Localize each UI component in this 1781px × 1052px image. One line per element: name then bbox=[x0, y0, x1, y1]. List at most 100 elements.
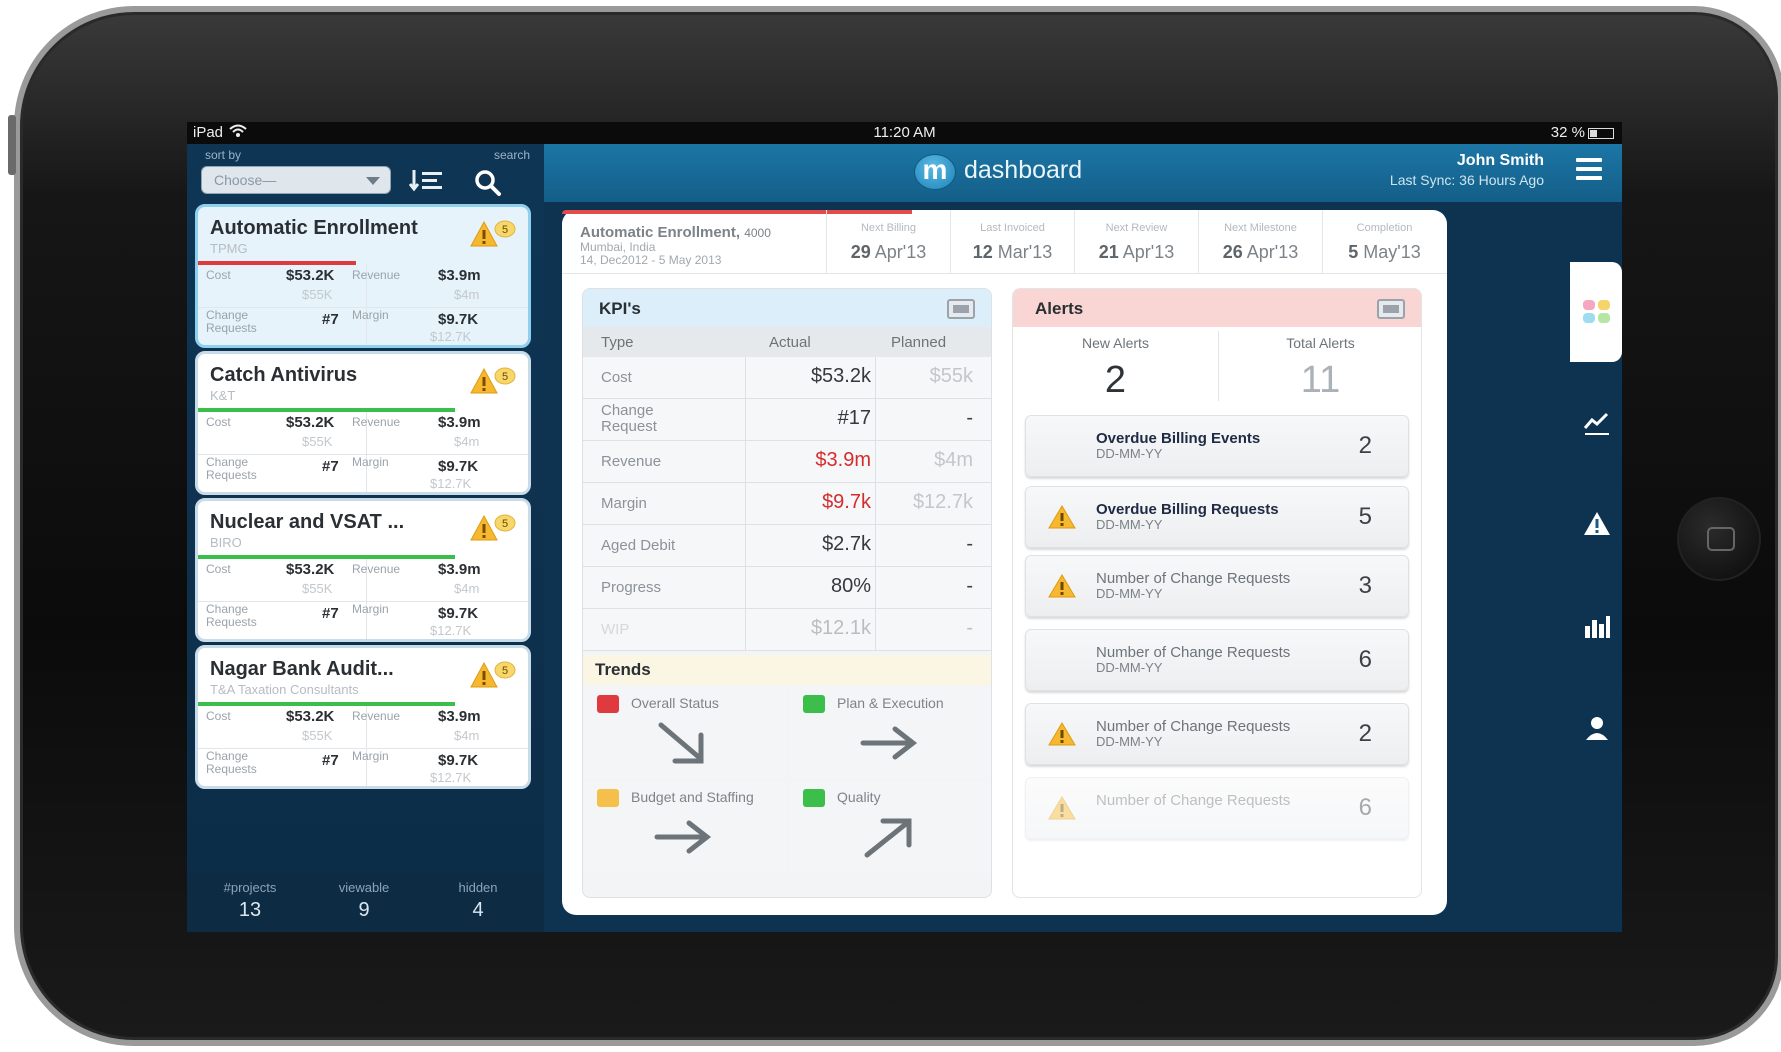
project-card-metrics: Cost $53.2K $55K Revenue $3.9m $4m Chang… bbox=[198, 559, 528, 639]
menu-icon[interactable] bbox=[1576, 158, 1602, 180]
project-summary: Automatic Enrollment, 4000 Mumbai, India… bbox=[562, 210, 1447, 274]
kpi-row[interactable]: WIP $12.1k - bbox=[583, 609, 991, 651]
alert-item[interactable]: Overdue Billing Requests DD-MM-YY 5 bbox=[1025, 486, 1409, 548]
milestone-1: Last Invoiced 12 Mar'13 bbox=[950, 210, 1074, 274]
alerts-header: Alerts bbox=[1013, 289, 1421, 327]
margin-planned: $12.7K bbox=[430, 623, 472, 638]
cost-label: Cost bbox=[206, 268, 231, 282]
kpi-row[interactable]: Margin $9.7k $12.7k bbox=[583, 483, 991, 525]
trend-status-swatch bbox=[597, 789, 619, 807]
person-icon bbox=[1586, 717, 1608, 740]
cost-label: Cost bbox=[206, 415, 231, 429]
sort-order-icon[interactable] bbox=[408, 168, 445, 194]
project-stats: #projects 13 viewable 9 hidden 4 bbox=[187, 872, 544, 932]
trend-tile[interactable]: Plan & Execution bbox=[789, 687, 991, 779]
kpi-planned: - bbox=[966, 407, 973, 429]
project-detail: Automatic Enrollment, 4000 Mumbai, India… bbox=[562, 210, 1447, 915]
nav-tab-people[interactable] bbox=[1570, 678, 1622, 778]
kpi-actual: $53.2k bbox=[810, 365, 871, 387]
kpi-planned: - bbox=[966, 575, 973, 597]
alert-item[interactable]: Number of Change Requests 6 bbox=[1025, 777, 1409, 839]
trend-tile[interactable]: Budget and Staffing bbox=[583, 781, 787, 873]
kpi-type: Revenue bbox=[601, 453, 662, 470]
warning-badge-icon[interactable]: 5 bbox=[470, 366, 516, 396]
kpi-type: Progress bbox=[601, 579, 662, 596]
project-card-client: BIRO bbox=[210, 535, 242, 550]
search-label: search bbox=[493, 148, 530, 162]
project-card-title: Automatic Enrollment bbox=[210, 217, 418, 239]
nav-tab-reports[interactable] bbox=[1570, 576, 1622, 676]
revenue-value: $3.9m bbox=[438, 561, 481, 578]
margin-value: $9.7K bbox=[438, 311, 479, 328]
svg-text:5: 5 bbox=[502, 518, 508, 530]
kpi-actual: $12.1k bbox=[810, 617, 871, 639]
margin-label: Margin bbox=[352, 308, 389, 322]
alert-title: Number of Change Requests bbox=[1096, 792, 1291, 809]
new-alerts-count[interactable]: New Alerts 2 bbox=[1013, 329, 1218, 409]
alert-item[interactable]: Number of Change Requests DD-MM-YY 2 bbox=[1025, 703, 1409, 765]
kpi-type: Change Request bbox=[601, 402, 657, 435]
col-actual: Actual bbox=[769, 334, 811, 351]
nav-tab-trends[interactable] bbox=[1570, 372, 1622, 472]
user-name[interactable]: John Smith bbox=[1457, 152, 1544, 170]
change-requests-value: #7 bbox=[322, 605, 339, 622]
change-requests-label: Change Requests bbox=[206, 455, 257, 482]
milestone-3: Next Milestone 26 Apr'13 bbox=[1198, 210, 1322, 274]
kpi-row[interactable]: Aged Debit $2.7k - bbox=[583, 525, 991, 567]
alert-date: DD-MM-YY bbox=[1096, 517, 1163, 532]
total-alerts-count[interactable]: Total Alerts 11 bbox=[1218, 329, 1421, 409]
kpi-header: KPI's bbox=[583, 289, 991, 327]
search-icon[interactable] bbox=[473, 168, 503, 198]
project-card[interactable]: Automatic Enrollment TPMG 5 Cost $53.2K … bbox=[195, 204, 531, 348]
right-nav bbox=[1570, 262, 1622, 932]
nav-tab-dashboard[interactable] bbox=[1570, 262, 1622, 362]
alert-item[interactable]: Overdue Billing Events DD-MM-YY 2 bbox=[1025, 415, 1409, 477]
kpi-planned: - bbox=[966, 617, 973, 639]
revenue-label: Revenue bbox=[352, 562, 401, 576]
nav-tab-alerts[interactable] bbox=[1570, 474, 1622, 574]
app-header: m dashboard John Smith Last Sync: 36 Hou… bbox=[544, 144, 1622, 202]
kpi-planned: $12.7k bbox=[912, 491, 973, 513]
trend-label: Plan & Execution bbox=[837, 695, 944, 711]
app-logo: m bbox=[914, 154, 956, 190]
trend-label: Budget and Staffing bbox=[631, 789, 754, 805]
cost-value: $53.2K bbox=[286, 708, 335, 725]
alert-item[interactable]: Number of Change Requests DD-MM-YY 6 bbox=[1025, 629, 1409, 691]
revenue-value: $3.9m bbox=[438, 414, 481, 431]
kpi-row[interactable]: Change Request #17 - bbox=[583, 399, 991, 441]
project-card[interactable]: Nuclear and VSAT ... BIRO 5 Cost $53.2K … bbox=[195, 498, 531, 642]
margin-label: Margin bbox=[352, 455, 389, 469]
trend-tile[interactable]: Overall Status bbox=[583, 687, 787, 779]
warning-badge-icon[interactable]: 5 bbox=[470, 660, 516, 690]
kpi-column-headers: Type Actual Planned bbox=[583, 327, 991, 357]
project-card[interactable]: Catch Antivirus K&T 5 Cost $53.2K $55K R… bbox=[195, 351, 531, 495]
svg-text:5: 5 bbox=[502, 224, 508, 236]
ipad-home-button[interactable] bbox=[1677, 497, 1761, 581]
project-card-client: T&A Taxation Consultants bbox=[210, 682, 359, 697]
cost-value: $53.2K bbox=[286, 267, 335, 284]
kpi-row[interactable]: Progress 80% - bbox=[583, 567, 991, 609]
kpi-row[interactable]: Revenue $3.9m $4m bbox=[583, 441, 991, 483]
clock: 11:20 AM bbox=[873, 124, 936, 141]
project-card[interactable]: Nagar Bank Audit... T&A Taxation Consult… bbox=[195, 645, 531, 789]
revenue-value: $3.9m bbox=[438, 708, 481, 725]
stat-projects: #projects 13 bbox=[223, 880, 277, 921]
trend-tile[interactable]: Quality bbox=[789, 781, 991, 873]
trend-arrow-icon bbox=[658, 722, 704, 764]
change-requests-value: #7 bbox=[322, 458, 339, 475]
warning-icon bbox=[1584, 512, 1610, 535]
expand-panel-icon[interactable] bbox=[1377, 299, 1405, 319]
warning-badge-icon[interactable]: 5 bbox=[470, 219, 516, 249]
warning-icon bbox=[1048, 505, 1076, 529]
cost-planned: $55K bbox=[302, 728, 333, 743]
sort-select[interactable]: Choose— bbox=[201, 166, 391, 194]
kpi-actual: $9.7k bbox=[822, 491, 871, 513]
project-card-client: TPMG bbox=[210, 241, 248, 256]
revenue-label: Revenue bbox=[352, 709, 401, 723]
change-requests-label: Change Requests bbox=[206, 749, 257, 776]
alert-item[interactable]: Number of Change Requests DD-MM-YY 3 bbox=[1025, 555, 1409, 617]
expand-panel-icon[interactable] bbox=[947, 299, 975, 319]
kpi-row[interactable]: Cost $53.2k $55k bbox=[583, 357, 991, 399]
sort-bar: sort by search Choose— bbox=[187, 144, 544, 202]
warning-badge-icon[interactable]: 5 bbox=[470, 513, 516, 543]
